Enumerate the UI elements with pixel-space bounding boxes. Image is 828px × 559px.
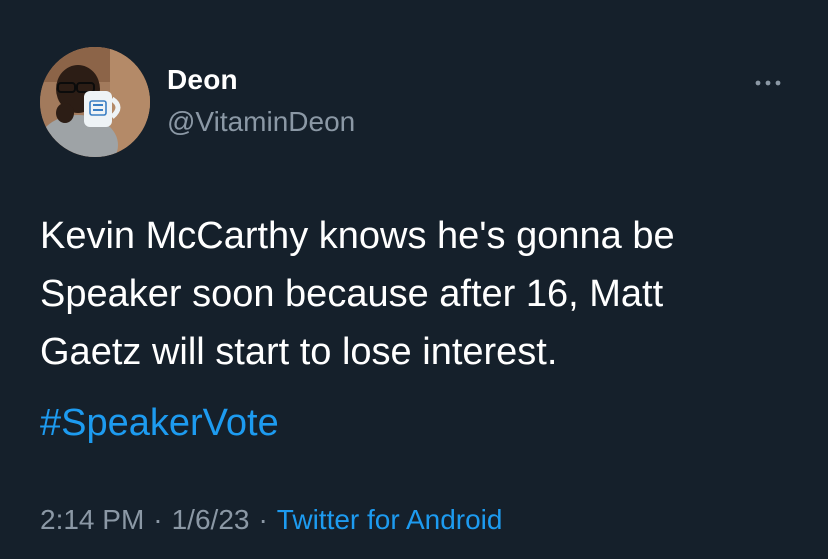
hashtag-link[interactable]: #SpeakerVote [40, 398, 279, 448]
tweet-card: Deon @VitaminDeon Kevin McCarthy knows h… [0, 0, 828, 559]
tweet-metadata: 2:14 PM · 1/6/23 · Twitter for Android [40, 504, 502, 536]
tweet-date[interactable]: 1/6/23 [172, 504, 250, 535]
tweet-time[interactable]: 2:14 PM [40, 504, 144, 535]
source-link[interactable]: Twitter for Android [277, 504, 503, 535]
separator-dot: · [153, 504, 163, 535]
more-horizontal-icon [755, 73, 781, 91]
display-name[interactable]: Deon [167, 64, 238, 96]
separator-dot: · [258, 504, 268, 535]
tweet-text: Kevin McCarthy knows he's gonna be Speak… [40, 215, 675, 373]
avatar[interactable] [40, 47, 150, 157]
more-options-button[interactable] [748, 68, 788, 96]
user-handle[interactable]: @VitaminDeon [167, 106, 355, 138]
